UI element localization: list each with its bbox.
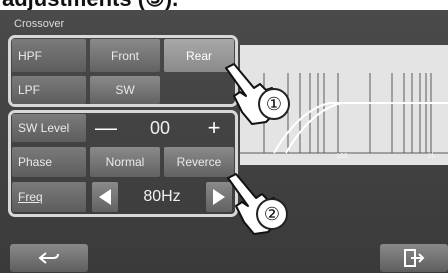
freq-prev-button[interactable]	[92, 182, 118, 212]
page-heading-fragment: adjustments (③).	[0, 0, 448, 10]
freq-value: 80Hz	[143, 188, 181, 205]
sw-level-minus-button[interactable]: —	[92, 114, 120, 142]
tick-label-1k: 1k	[428, 153, 436, 160]
sw-level-value: 00	[149, 117, 171, 138]
lpf-sw-button[interactable]: SW	[90, 76, 160, 104]
lpf-label: LPF	[12, 76, 86, 104]
screen-title: Crossover	[14, 18, 65, 30]
return-arrow-icon	[38, 252, 59, 264]
crossover-screen: Crossover HPF Front Rear LPF SW SW Level…	[0, 10, 448, 273]
freq-label: Freq	[12, 182, 86, 212]
heading-text: adjustments (③).	[2, 0, 178, 10]
phase-normal-button[interactable]: Normal	[90, 147, 160, 177]
exit-icon	[404, 249, 425, 267]
tick-label-100: 100	[336, 153, 348, 160]
back-button[interactable]	[10, 244, 88, 272]
callout-1: ①	[258, 88, 290, 120]
hpf-front-button[interactable]: Front	[90, 39, 160, 72]
exit-button[interactable]	[380, 244, 448, 272]
hpf-label: HPF	[12, 39, 86, 72]
phase-label: Phase	[12, 147, 86, 177]
callout-2: ②	[256, 198, 288, 230]
left-triangle-icon	[99, 189, 111, 205]
sw-level-label: SW Level	[12, 114, 86, 142]
